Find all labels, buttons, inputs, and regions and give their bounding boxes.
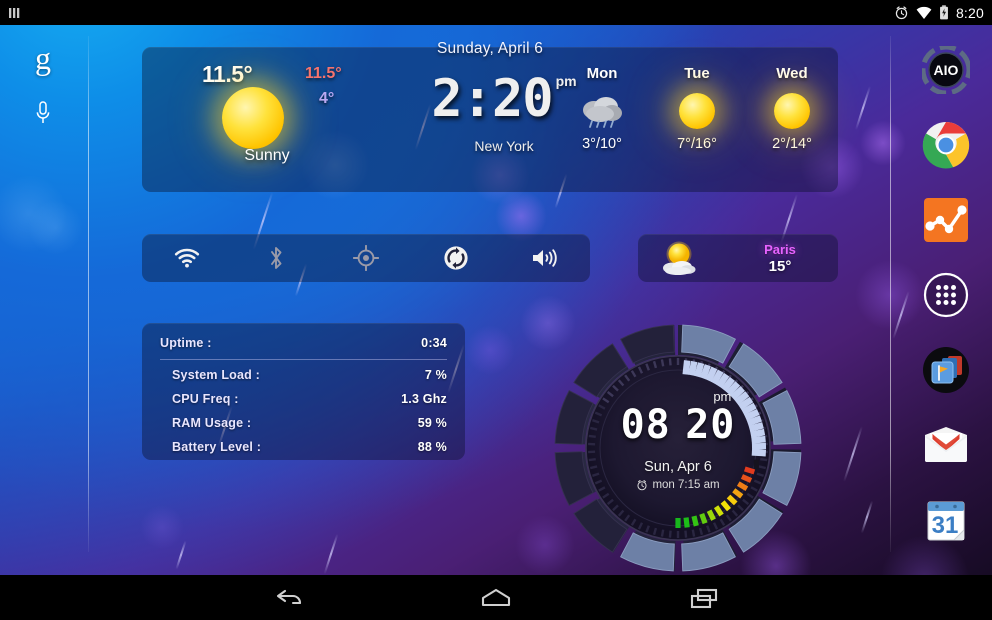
ram-usage-value: 59 %	[417, 416, 447, 430]
gmail-icon[interactable]	[922, 421, 970, 469]
ram-usage-row: RAM Usage : 59 %	[160, 416, 447, 430]
weather-widget[interactable]: 11.5° 11.5° 4° Sunny 2:20 pm New York Mon	[142, 47, 838, 192]
clock-date: Sun, Apr 6	[644, 459, 712, 475]
microphone-icon[interactable]	[26, 100, 60, 128]
forecast-day[interactable]: Mon 3°/10°	[564, 65, 640, 152]
back-button[interactable]	[260, 581, 316, 615]
status-bar[interactable]: 8:20	[0, 0, 992, 25]
home-button[interactable]	[468, 581, 524, 615]
forecast-day-name: Mon	[586, 65, 618, 82]
forecast-temps: 3°/10°	[582, 136, 622, 152]
wifi-icon	[916, 6, 932, 20]
forecast-list: Mon 3°/10° Tue 7°/16° Wed 2°/14°	[564, 65, 830, 152]
paris-temperature: 15°	[768, 257, 792, 275]
sun-icon	[222, 87, 284, 149]
folder-flag-icon[interactable]	[922, 346, 970, 394]
clock-time: 2:20	[431, 69, 553, 129]
clock-readout: 08 20 pm Sun, Apr 6 mon 7:15 am	[592, 389, 764, 491]
system-load-row: System Load : 7 %	[160, 368, 447, 382]
right-divider	[890, 36, 891, 552]
menu-bars-icon	[8, 6, 22, 20]
clock-ampm: pm	[713, 389, 732, 404]
chrome-icon[interactable]	[922, 121, 970, 169]
paris-city-label: Paris	[764, 241, 796, 257]
uptime-value: 0:34	[421, 336, 447, 350]
forecast-day-name: Tue	[684, 65, 710, 82]
paris-weather-widget[interactable]: Paris 15°	[638, 234, 838, 282]
cpu-freq-label: CPU Freq :	[172, 392, 239, 406]
android-homescreen: 8:20 g Sunday, April 6 11.5° 11.5° 4° Su…	[0, 0, 992, 620]
divider	[160, 359, 447, 360]
cpu-freq-value: 1.3 Ghz	[401, 392, 447, 406]
forecast-day[interactable]: Tue 7°/16°	[659, 65, 735, 152]
quick-toggles-widget	[142, 234, 590, 282]
battery-level-row: Battery Level : 88 %	[160, 440, 447, 454]
calendar-day-number: 31	[932, 512, 959, 539]
clock-minutes: 20	[685, 402, 736, 448]
analytics-icon[interactable]	[922, 196, 970, 244]
battery-charging-icon	[939, 5, 949, 20]
bluetooth-toggle[interactable]	[232, 245, 322, 271]
forecast-day-name: Wed	[776, 65, 808, 82]
app-dock: AIO 31	[906, 44, 986, 544]
ram-usage-label: RAM Usage :	[172, 416, 252, 430]
google-search-bar[interactable]: g	[26, 42, 60, 128]
sun-icon	[754, 88, 830, 134]
battery-level-value: 88 %	[417, 440, 447, 454]
app-drawer-icon[interactable]	[922, 271, 970, 319]
sync-toggle[interactable]	[411, 245, 501, 271]
sun-icon	[659, 88, 735, 134]
temperature-high: 11.5°	[305, 65, 342, 82]
rain-cloud-icon	[564, 88, 640, 134]
svg-text:AIO: AIO	[934, 62, 959, 78]
recent-apps-button[interactable]	[676, 581, 732, 615]
system-load-value: 7 %	[424, 368, 447, 382]
wifi-toggle[interactable]	[142, 248, 232, 268]
forecast-temps: 7°/16°	[677, 136, 717, 152]
current-temperature: 11.5°	[202, 61, 253, 87]
sun-behind-cloud-icon	[638, 238, 722, 278]
alarm-time: mon 7:15 am	[652, 479, 720, 491]
uptime-label: Uptime :	[160, 336, 212, 350]
uptime-row: Uptime : 0:34	[160, 336, 447, 350]
clock-alarm: mon 7:15 am	[592, 479, 764, 491]
calendar-icon[interactable]: 31	[922, 496, 970, 544]
navigation-bar	[0, 575, 992, 620]
circular-clock-widget[interactable]: 08 20 pm Sun, Apr 6 mon 7:15 am	[552, 322, 804, 574]
gps-toggle[interactable]	[321, 245, 411, 271]
google-logo-icon[interactable]: g	[26, 42, 60, 74]
status-bar-clock: 8:20	[955, 4, 984, 21]
alarm-clock-icon	[637, 480, 647, 491]
volume-toggle[interactable]	[500, 247, 590, 269]
weather-condition: Sunny	[244, 147, 290, 164]
left-divider	[88, 36, 89, 552]
weather-date-header: Sunday, April 6	[436, 40, 544, 57]
clock-hours: 08	[620, 402, 671, 448]
temperature-low: 4°	[319, 90, 335, 107]
cpu-freq-row: CPU Freq : 1.3 Ghz	[160, 392, 447, 406]
forecast-temps: 2°/14°	[772, 136, 812, 152]
forecast-day[interactable]: Wed 2°/14°	[754, 65, 830, 152]
aio-launcher-icon[interactable]: AIO	[920, 44, 972, 96]
alarm-icon	[894, 5, 909, 20]
system-info-widget[interactable]: Uptime : 0:34 System Load : 7 % CPU Freq…	[142, 323, 465, 460]
system-load-label: System Load :	[172, 368, 261, 382]
battery-level-label: Battery Level :	[172, 440, 262, 454]
